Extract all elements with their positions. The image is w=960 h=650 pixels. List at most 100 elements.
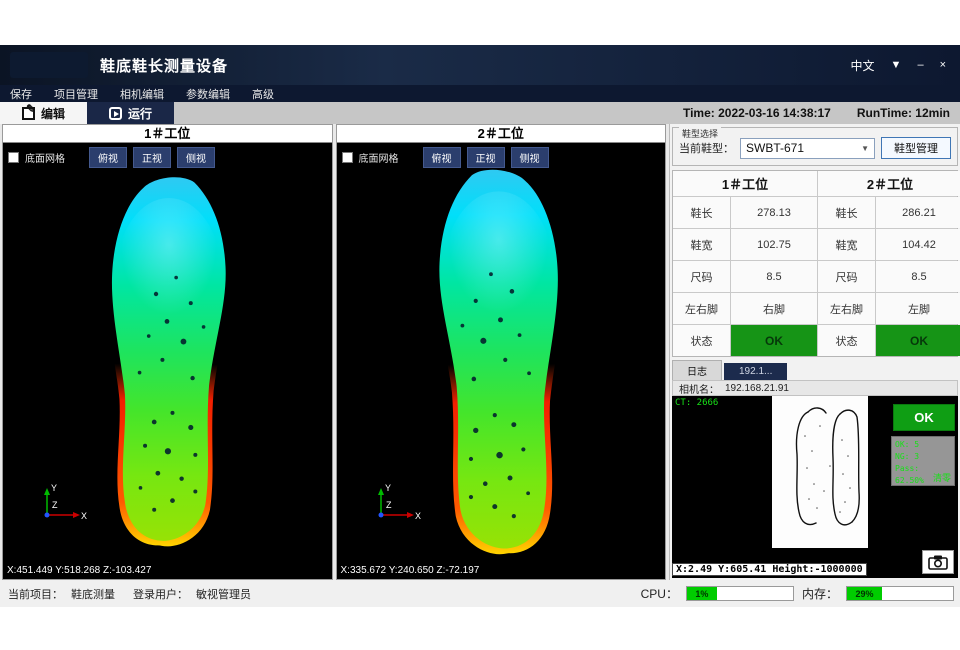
- stat-ok: OK: 5: [895, 439, 951, 451]
- tab-edit[interactable]: 编辑: [0, 102, 87, 124]
- viewport-station1: 1＃工位 底面网格 俯视 正视 侧视 Y Z X X:4: [2, 124, 333, 580]
- stat-ng: NG: 3: [895, 451, 951, 463]
- row-label: 鞋宽: [673, 229, 730, 260]
- axis-x-label: X: [415, 511, 421, 521]
- project-label: 当前项目：: [8, 586, 63, 602]
- row-label: 鞋长: [818, 197, 875, 228]
- row-label: 左右脚: [673, 293, 730, 324]
- tab-edit-label: 编辑: [41, 105, 65, 122]
- row-value: 286.21: [876, 197, 960, 228]
- current-shoe-label: 当前鞋型：: [679, 140, 734, 156]
- close-button[interactable]: ×: [940, 59, 946, 71]
- viewport1-canvas[interactable]: 底面网格 俯视 正视 侧视 Y Z X X:451.449 Y:518.268 …: [3, 143, 332, 579]
- row-value: 右脚: [731, 293, 817, 324]
- front-view-button[interactable]: 正视: [133, 147, 171, 168]
- menu-bar: 保存 项目管理 相机编辑 参数编辑 高级: [0, 85, 960, 102]
- side-view-button[interactable]: 侧视: [177, 147, 215, 168]
- minimize-button[interactable]: –: [917, 59, 923, 71]
- row-value: 8.5: [876, 261, 960, 292]
- station1-status-badge: OK: [731, 325, 817, 356]
- camera-canvas[interactable]: CT: 2666: [672, 396, 958, 578]
- viewport-station2: 2＃工位 底面网格 俯视 正视 侧视 Y Z X X:3: [336, 124, 667, 580]
- main-area: 1＃工位 底面网格 俯视 正视 侧视 Y Z X X:4: [0, 124, 960, 580]
- viewport2-coordinates: X:335.672 Y:240.650 Z:-72.197: [341, 565, 480, 576]
- menu-camera-edit[interactable]: 相机编辑: [120, 86, 164, 102]
- row-value: 104.42: [876, 229, 960, 260]
- row-value: 左脚: [876, 293, 960, 324]
- language-selector[interactable]: 中文: [851, 57, 875, 74]
- shoe-model-value: SWBT-671: [746, 141, 804, 155]
- stats-box: OK: 5 NG: 3 Pass: 62.50% 清零: [891, 436, 955, 486]
- axis-x-label: X: [81, 511, 87, 521]
- binary-camera-image: [772, 396, 868, 548]
- top-view-button[interactable]: 俯视: [89, 147, 127, 168]
- app-title: 鞋底鞋长测量设备: [100, 55, 228, 76]
- camera-ip-value: 192.168.21.91: [725, 383, 789, 394]
- runtime-text: RunTime: 12min: [857, 106, 950, 120]
- row-label: 左右脚: [818, 293, 875, 324]
- tab-strip: 编辑 运行 Time: 2022-03-16 14:38:17 RunTime:…: [0, 102, 960, 124]
- clear-stats-button[interactable]: 清零: [933, 472, 951, 484]
- memory-meter: 29%: [846, 586, 954, 601]
- grid-checkbox-label: 底面网格: [25, 150, 65, 165]
- viewport2-canvas[interactable]: 底面网格 俯视 正视 侧视 Y Z X X:335.672 Y:240.650 …: [337, 143, 666, 579]
- shoe-manage-button[interactable]: 鞋型管理: [881, 137, 951, 159]
- tab-camera-ip[interactable]: 192.1...: [724, 363, 787, 380]
- row-value: 102.75: [731, 229, 817, 260]
- row-label: 鞋宽: [818, 229, 875, 260]
- row-label: 状态: [818, 325, 875, 356]
- row-value: 278.13: [731, 197, 817, 228]
- tab-run-label: 运行: [128, 105, 152, 122]
- axis-triad: Y Z X: [33, 481, 89, 527]
- camera-name-label: 相机名：: [679, 381, 719, 396]
- viewport1-coordinates: X:451.449 Y:518.268 Z:-103.427: [7, 565, 151, 576]
- side-view-button[interactable]: 侧视: [511, 147, 549, 168]
- camera-ok-badge: OK: [893, 404, 955, 431]
- row-label: 尺码: [673, 261, 730, 292]
- menu-project[interactable]: 项目管理: [54, 86, 98, 102]
- top-view-button[interactable]: 俯视: [423, 147, 461, 168]
- results-table: 1＃工位 2＃工位 鞋长 278.13 鞋长 286.21 鞋宽 102.75 …: [672, 170, 958, 357]
- right-panel: 鞋型选择 当前鞋型： SWBT-671 ▼ 鞋型管理 1＃工位 2＃工位 鞋长 …: [669, 124, 960, 580]
- combo-arrow-icon: ▼: [861, 144, 869, 153]
- axis-z-label: Z: [386, 500, 392, 510]
- user-label: 登录用户：: [133, 586, 188, 602]
- status-bar: 当前项目： 鞋底测量 登录用户： 敏视管理员 CPU： 1% 内存： 29%: [0, 580, 960, 607]
- tab-run[interactable]: 运行: [87, 102, 174, 124]
- log-tab-strip: 日志 192.1...: [672, 362, 958, 380]
- axis-y-label: Y: [385, 483, 391, 493]
- memory-value: 29%: [855, 589, 873, 599]
- row-label: 状态: [673, 325, 730, 356]
- tab-log[interactable]: 日志: [672, 360, 722, 380]
- shoe-model-select[interactable]: SWBT-671 ▼: [740, 138, 875, 159]
- row-label: 尺码: [818, 261, 875, 292]
- grid-checkbox-label: 底面网格: [359, 150, 399, 165]
- axis-y-label: Y: [51, 483, 57, 493]
- cpu-meter: 1%: [686, 586, 794, 601]
- title-bar: 鞋底鞋长测量设备 中文 ▼ – ×: [0, 45, 960, 85]
- viewport2-title: 2＃工位: [337, 125, 666, 143]
- camera-coordinates: X:2.49 Y:605.41 Height:-1000000: [672, 563, 867, 576]
- snapshot-button[interactable]: [922, 550, 954, 574]
- chevron-down-icon[interactable]: ▼: [891, 59, 902, 71]
- app-window: 鞋底鞋长测量设备 中文 ▼ – × 保存 项目管理 相机编辑 参数编辑 高级 编…: [0, 45, 960, 607]
- station1-header: 1＃工位: [673, 171, 817, 196]
- grid-checkbox[interactable]: [342, 152, 353, 163]
- grid-checkbox[interactable]: [8, 152, 19, 163]
- axis-triad: Y Z X: [367, 481, 423, 527]
- time-text: Time: 2022-03-16 14:38:17: [683, 106, 831, 120]
- project-value: 鞋底测量: [71, 586, 115, 602]
- groupbox-title: 鞋型选择: [679, 127, 721, 140]
- shoe-model-groupbox: 鞋型选择 当前鞋型： SWBT-671 ▼ 鞋型管理: [672, 127, 958, 166]
- front-view-button[interactable]: 正视: [467, 147, 505, 168]
- menu-param-edit[interactable]: 参数编辑: [186, 86, 230, 102]
- axis-z-label: Z: [52, 500, 58, 510]
- menu-save[interactable]: 保存: [10, 86, 32, 102]
- app-logo: [10, 52, 88, 78]
- row-label: 鞋长: [673, 197, 730, 228]
- cpu-value: 1%: [695, 589, 708, 599]
- row-value: 8.5: [731, 261, 817, 292]
- menu-advanced[interactable]: 高级: [252, 86, 274, 102]
- user-value: 敏视管理员: [196, 586, 251, 602]
- camera-icon: [928, 555, 948, 570]
